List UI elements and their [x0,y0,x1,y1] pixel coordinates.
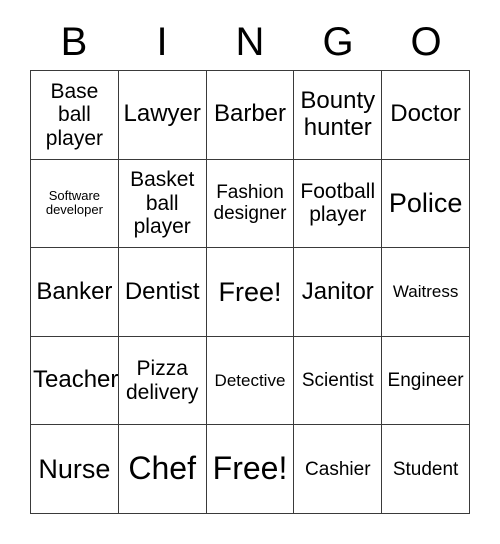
bingo-cell-label: Free! [212,450,288,487]
bingo-cell-label: Cashier [305,458,371,480]
bingo-cell-label: Lawyer [123,100,201,128]
bingo-cell-o4[interactable]: Engineer [382,336,470,426]
bingo-row: Banker Dentist Free! Janitor Waitress [31,248,470,337]
bingo-cell-label: Janitor [301,277,374,305]
bingo-cell-n2[interactable]: Fashion designer [206,159,295,249]
header-letter-n: N [235,20,265,64]
bingo-cell-b5[interactable]: Nurse [31,425,119,514]
bingo-card: B I N G O Base ball player Lawyer Barber… [0,0,500,544]
bingo-cell-label: Detective [214,371,286,391]
bingo-row: Nurse Chef Free! Cashier Student [31,425,470,514]
bingo-cell-b4[interactable]: Teacher [31,336,119,426]
bingo-row: Software developer Basket ball player Fa… [31,159,470,249]
bingo-cell-label: Police [388,188,463,219]
bingo-cell-label: Dentist [124,277,200,305]
bingo-row: Teacher Pizza delivery Detective Scienti… [31,336,470,426]
bingo-cell-i2[interactable]: Basket ball player [118,159,207,249]
bingo-cell-label: Teacher [33,366,119,394]
bingo-cell-g1[interactable]: Bounty hunter [294,71,383,160]
bingo-cell-b1[interactable]: Base ball player [31,71,119,160]
bingo-cell-label: Fashion designer [213,182,287,225]
bingo-cell-n1[interactable]: Barber [206,71,295,160]
bingo-cell-label: Engineer [387,369,464,391]
bingo-cell-label: Pizza delivery [126,357,199,404]
bingo-cell-label: Free! [218,276,282,307]
bingo-cell-i3[interactable]: Dentist [118,248,207,337]
bingo-cell-n4[interactable]: Detective [206,336,295,426]
bingo-cell-i4[interactable]: Pizza delivery [118,336,207,426]
bingo-cell-label: Banker [36,277,113,305]
bingo-cell-o1[interactable]: Doctor [382,71,470,160]
bingo-cell-label: Waitress [392,282,459,302]
bingo-cell-b2[interactable]: Software developer [31,159,119,249]
bingo-cell-label: Scientist [301,369,374,391]
header-letter-i: I [156,20,168,64]
bingo-cell-o3[interactable]: Waitress [382,248,470,337]
bingo-cell-b3[interactable]: Banker [31,248,119,337]
bingo-cell-label: Chef [128,450,196,487]
bingo-cell-label: Bounty hunter [300,86,376,141]
bingo-header-row: B I N G O [30,14,470,70]
bingo-cell-o5[interactable]: Student [382,425,470,514]
bingo-row: Base ball player Lawyer Barber Bounty hu… [31,71,470,160]
bingo-cell-g2[interactable]: Football player [294,159,383,249]
bingo-cell-label: Basket ball player [130,168,195,239]
bingo-cell-g3[interactable]: Janitor [294,248,383,337]
bingo-cell-label: Software developer [45,187,103,218]
bingo-cell-label: Doctor [390,100,461,128]
bingo-cell-i1[interactable]: Lawyer [118,71,207,160]
bingo-cell-label: Barber [213,100,287,128]
bingo-cell-i5[interactable]: Chef [118,425,207,514]
header-letter-g: G [322,20,354,64]
bingo-cell-g5[interactable]: Cashier [294,425,383,514]
header-letter-b: B [60,20,88,64]
header-letter-o: O [410,20,442,64]
bingo-cell-o2[interactable]: Police [382,159,470,249]
bingo-cell-g4[interactable]: Scientist [294,336,383,426]
bingo-grid: Base ball player Lawyer Barber Bounty hu… [30,70,470,514]
bingo-cell-label: Base ball player [45,79,103,150]
bingo-cell-n5-free[interactable]: Free! [206,425,295,514]
bingo-cell-label: Football player [300,179,376,227]
bingo-cell-label: Nurse [38,454,111,485]
bingo-cell-label: Student [392,458,459,480]
bingo-cell-n3-free[interactable]: Free! [206,248,295,337]
